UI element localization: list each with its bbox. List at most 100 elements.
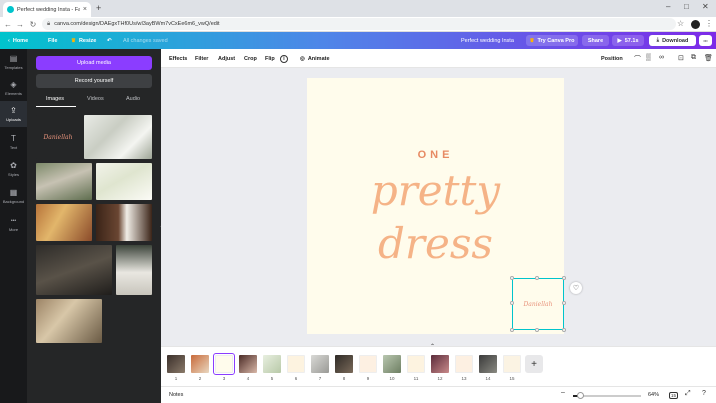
- paint-roller-icon[interactable]: ⌒: [634, 54, 641, 64]
- resize-handle[interactable]: [510, 328, 514, 332]
- page-thumbnail[interactable]: [359, 355, 377, 373]
- selected-signature-image[interactable]: Daniellah: [510, 276, 566, 332]
- try-canva-pro-button[interactable]: ♛ Try Canva Pro: [526, 35, 578, 46]
- page-thumbnail[interactable]: [503, 355, 521, 373]
- headline-pretty[interactable]: pretty: [307, 166, 564, 215]
- fullscreen-icon[interactable]: ⤢: [685, 390, 691, 398]
- page-thumbnail[interactable]: [407, 355, 425, 373]
- page-thumbnail[interactable]: [479, 355, 497, 373]
- resize-handle[interactable]: [562, 301, 566, 305]
- filter-button[interactable]: Filter: [195, 49, 208, 68]
- rail-item-elements[interactable]: ◈ Elements: [0, 75, 27, 101]
- link-icon[interactable]: ∞: [659, 54, 664, 61]
- upload-thumbnail-roses[interactable]: [84, 115, 152, 159]
- rail-item-text[interactable]: T Text: [0, 129, 27, 155]
- design-page[interactable]: ONE pretty dress Daniellah: [307, 78, 566, 334]
- headline-dress[interactable]: dress: [307, 219, 564, 268]
- duplicate-icon[interactable]: ⧉: [691, 54, 696, 62]
- share-button[interactable]: Share: [582, 35, 609, 46]
- animate-button[interactable]: ◎ Animate: [300, 49, 330, 68]
- resize-button[interactable]: ♛ Resize: [71, 32, 96, 49]
- close-window-icon[interactable]: ✕: [702, 2, 709, 11]
- rail-item-background[interactable]: ▦ Background: [0, 183, 27, 209]
- add-page-button[interactable]: +: [525, 355, 543, 373]
- new-tab-button[interactable]: +: [96, 3, 101, 13]
- tab-videos[interactable]: Videos: [87, 96, 104, 102]
- maximize-window-icon[interactable]: □: [684, 2, 689, 11]
- rail-label: Text: [9, 144, 18, 150]
- page-thumbnail[interactable]: [383, 355, 401, 373]
- minimize-window-icon[interactable]: –: [666, 2, 670, 11]
- upload-thumbnail-signpost[interactable]: [36, 245, 112, 295]
- effects-button[interactable]: Effects: [169, 49, 187, 68]
- home-link[interactable]: ‹ Home: [8, 32, 28, 49]
- back-arrow-icon[interactable]: ←: [2, 20, 14, 29]
- chevron-left-icon: ‹: [8, 37, 10, 44]
- page-thumbnail[interactable]: [167, 355, 185, 373]
- reload-icon[interactable]: ↻: [27, 20, 39, 29]
- page-thumbnail[interactable]: [455, 355, 473, 373]
- resize-handle[interactable]: [562, 276, 566, 280]
- rail-item-styles[interactable]: ✿ Styles: [0, 156, 27, 182]
- upload-thumbnail-signature[interactable]: Daniellah: [36, 115, 80, 159]
- position-button[interactable]: Position: [601, 49, 623, 68]
- upload-thumbnail-couple[interactable]: [36, 163, 92, 200]
- download-button[interactable]: ⤓ Download: [649, 35, 696, 46]
- record-yourself-button[interactable]: Record yourself: [36, 74, 152, 88]
- page-thumbnail[interactable]: [191, 355, 209, 373]
- page-thumbnail[interactable]: [335, 355, 353, 373]
- flip-button[interactable]: Flip: [265, 49, 275, 68]
- browser-menu-icon[interactable]: ⋮: [705, 19, 713, 28]
- page-thumbnail[interactable]: [287, 355, 305, 373]
- resize-handle[interactable]: [510, 276, 514, 280]
- upload-thumbnail-bride[interactable]: [96, 204, 152, 241]
- info-icon: i: [280, 54, 288, 63]
- browser-tab[interactable]: Perfect wedding Insta - Faceb ×: [3, 2, 91, 17]
- trash-icon[interactable]: 🗑︎: [704, 54, 713, 62]
- info-button[interactable]: i: [280, 49, 288, 68]
- bookmark-star-icon[interactable]: ☆: [677, 19, 684, 28]
- rail-item-templates[interactable]: ▤ Templates: [0, 49, 27, 75]
- file-menu[interactable]: File: [48, 32, 57, 49]
- page-thumbnail[interactable]: [239, 355, 257, 373]
- rail-item-uploads[interactable]: ⇪ Uploads: [0, 101, 27, 127]
- upload-thumbnail-cake[interactable]: [116, 245, 152, 295]
- lock-icon[interactable]: ⊡: [678, 54, 684, 62]
- close-tab-icon[interactable]: ×: [83, 6, 87, 13]
- adjust-button[interactable]: Adjust: [218, 49, 235, 68]
- zoom-value[interactable]: 64%: [648, 392, 659, 398]
- upload-thumbnail-lily[interactable]: [96, 163, 152, 200]
- forward-arrow-icon[interactable]: →: [14, 20, 26, 29]
- page-thumbnail[interactable]: [311, 355, 329, 373]
- page-thumbnail[interactable]: [263, 355, 281, 373]
- resize-handle[interactable]: [535, 328, 539, 332]
- url-input[interactable]: 🔒︎ canva.com/design/DAEgxTHf0Us/wI3ayBWm…: [42, 18, 676, 30]
- undo-button[interactable]: ↶: [107, 32, 112, 49]
- transparency-icon[interactable]: ▒: [646, 54, 651, 61]
- headline-one[interactable]: ONE: [307, 149, 564, 161]
- crop-button[interactable]: Crop: [244, 49, 257, 68]
- resize-handle[interactable]: [562, 328, 566, 332]
- tab-images[interactable]: Images: [46, 96, 64, 102]
- zoom-slider-handle[interactable]: [577, 392, 584, 399]
- editor-header: ‹ Home File ♛ Resize ↶ All changes saved…: [0, 32, 716, 49]
- rail-item-more[interactable]: ••• More: [0, 211, 27, 237]
- resize-handle[interactable]: [510, 301, 514, 305]
- page-thumbnail-selected[interactable]: [213, 353, 235, 375]
- document-title[interactable]: Perfect wedding Insta: [461, 32, 514, 49]
- resize-handle[interactable]: [535, 276, 539, 280]
- upload-media-button[interactable]: Upload media: [36, 56, 152, 70]
- present-button[interactable]: ▶ 57.1s: [612, 35, 644, 46]
- more-options-button[interactable]: •••: [699, 35, 712, 46]
- add-comment-icon[interactable]: ♡: [570, 282, 582, 294]
- help-icon[interactable]: ?: [702, 390, 706, 397]
- notes-button[interactable]: Notes: [169, 392, 183, 398]
- page-count-button[interactable]: 15: [669, 392, 679, 399]
- upload-thumbnail-sign[interactable]: [36, 204, 92, 241]
- zoom-slider[interactable]: [573, 392, 641, 399]
- page-thumbnail[interactable]: [431, 355, 449, 373]
- tab-audio[interactable]: Audio: [126, 96, 140, 102]
- minus-icon[interactable]: –: [561, 389, 565, 396]
- upload-thumbnail-toast[interactable]: [36, 299, 102, 343]
- profile-avatar[interactable]: [691, 20, 700, 29]
